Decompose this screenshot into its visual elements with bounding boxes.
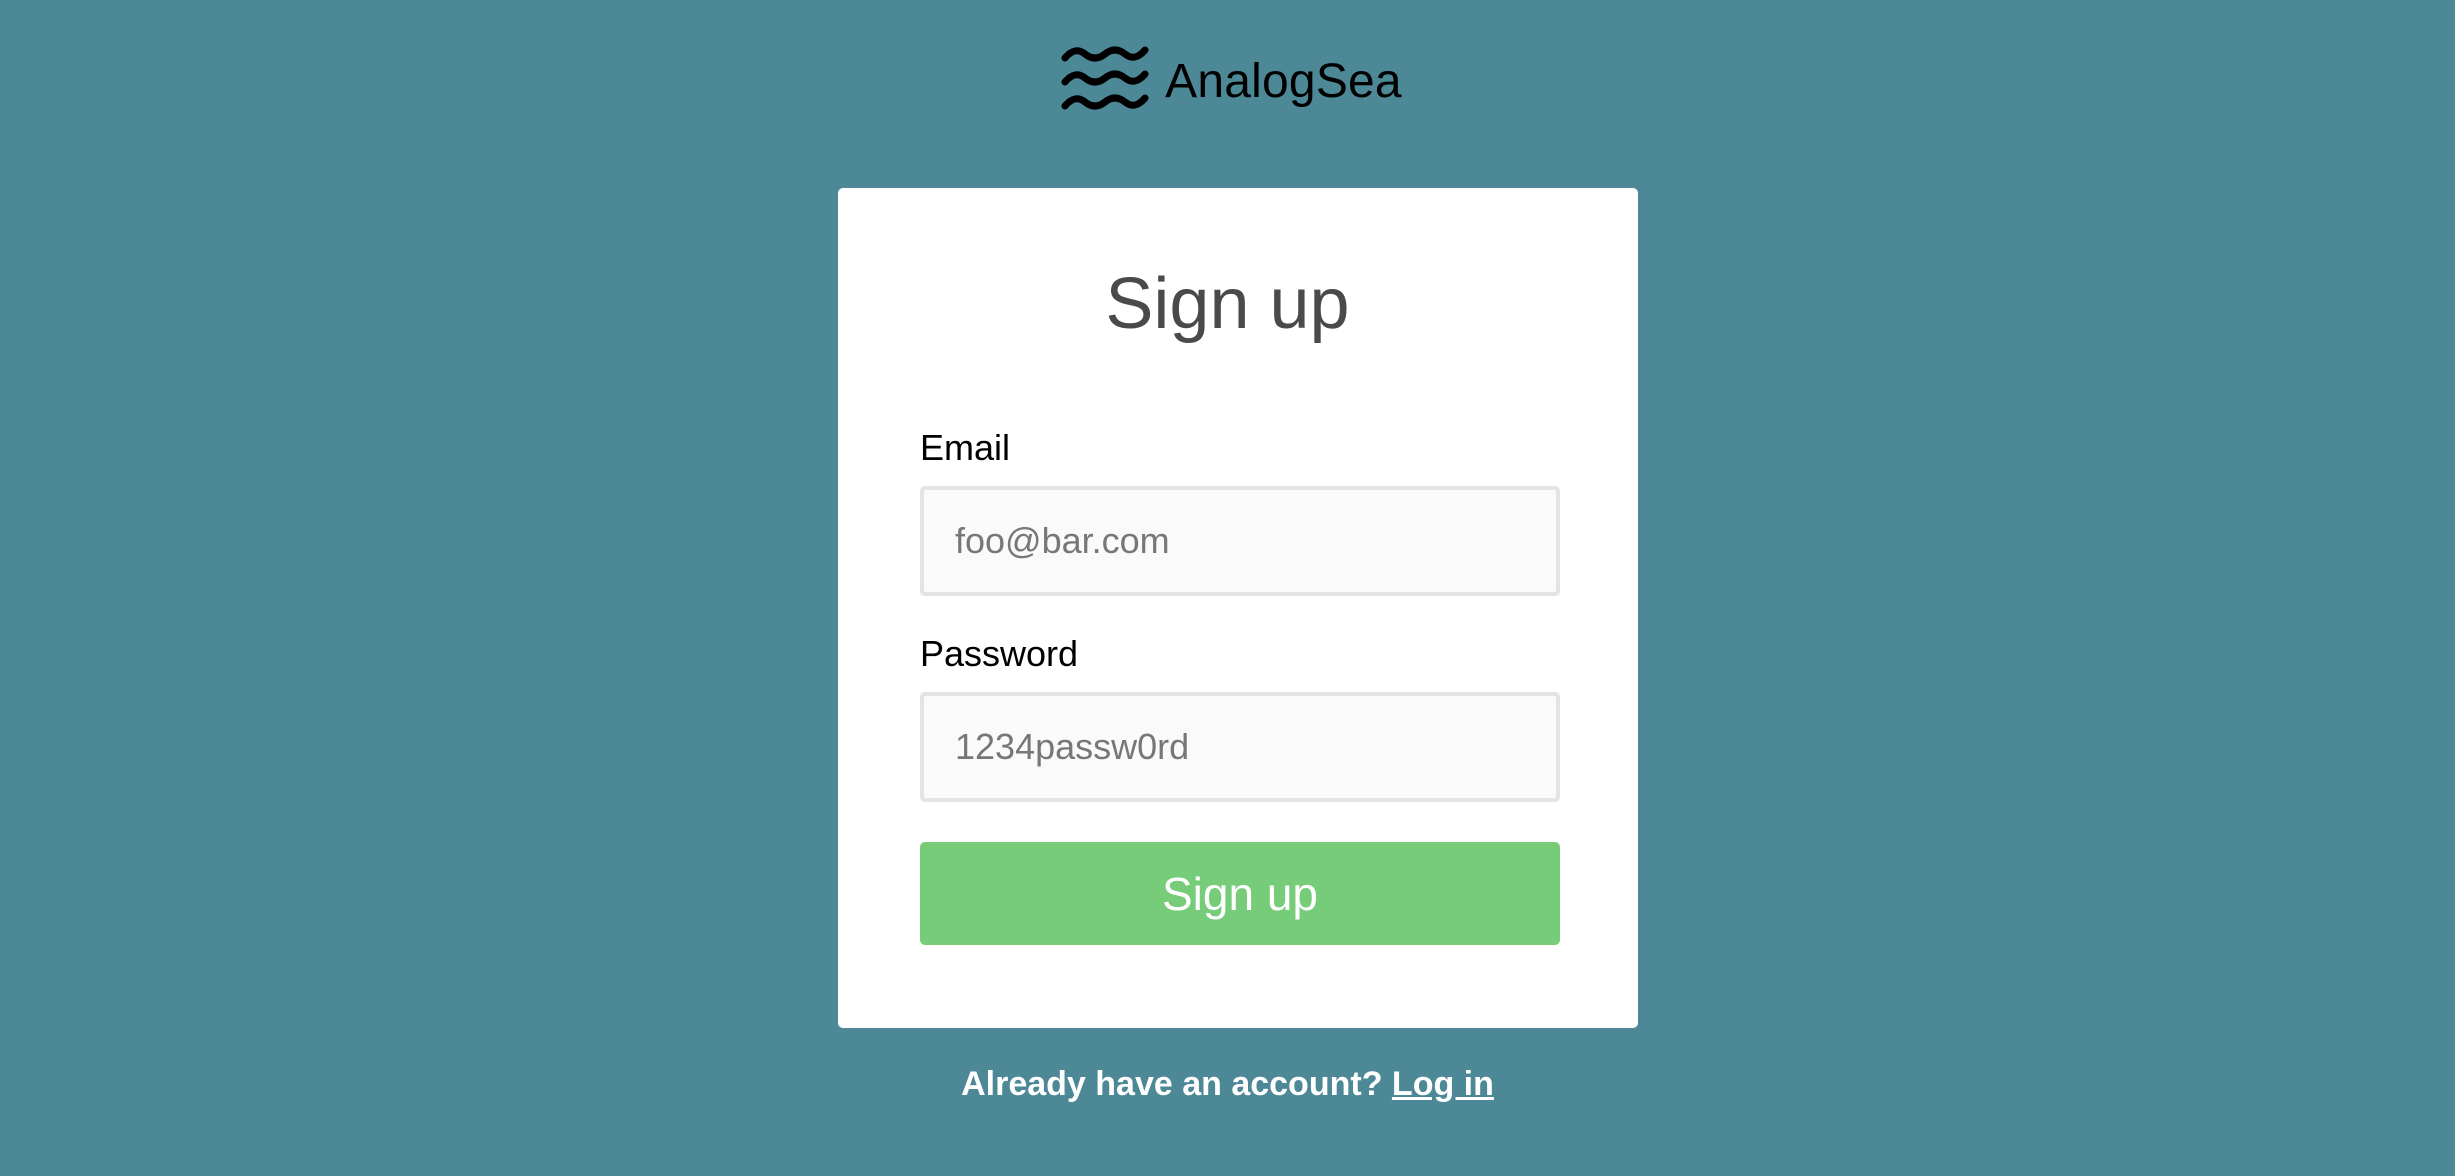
waves-icon xyxy=(1061,46,1149,110)
password-field[interactable] xyxy=(920,692,1560,802)
signup-button[interactable]: Sign up xyxy=(920,842,1560,945)
email-field[interactable] xyxy=(920,486,1560,596)
brand-name: AnalogSea xyxy=(1165,54,1402,108)
email-label: Email xyxy=(920,427,1011,468)
password-label: Password xyxy=(920,633,1079,674)
page-title: Sign up xyxy=(1105,264,1350,344)
login-link[interactable]: Log in xyxy=(1392,1065,1494,1103)
login-prompt-text: Already have an account? xyxy=(961,1065,1383,1103)
brand-header: AnalogSea xyxy=(0,44,2455,118)
login-prompt: Already have an account? Log in xyxy=(0,1063,2455,1105)
brand-logo[interactable]: AnalogSea xyxy=(1061,44,1402,118)
